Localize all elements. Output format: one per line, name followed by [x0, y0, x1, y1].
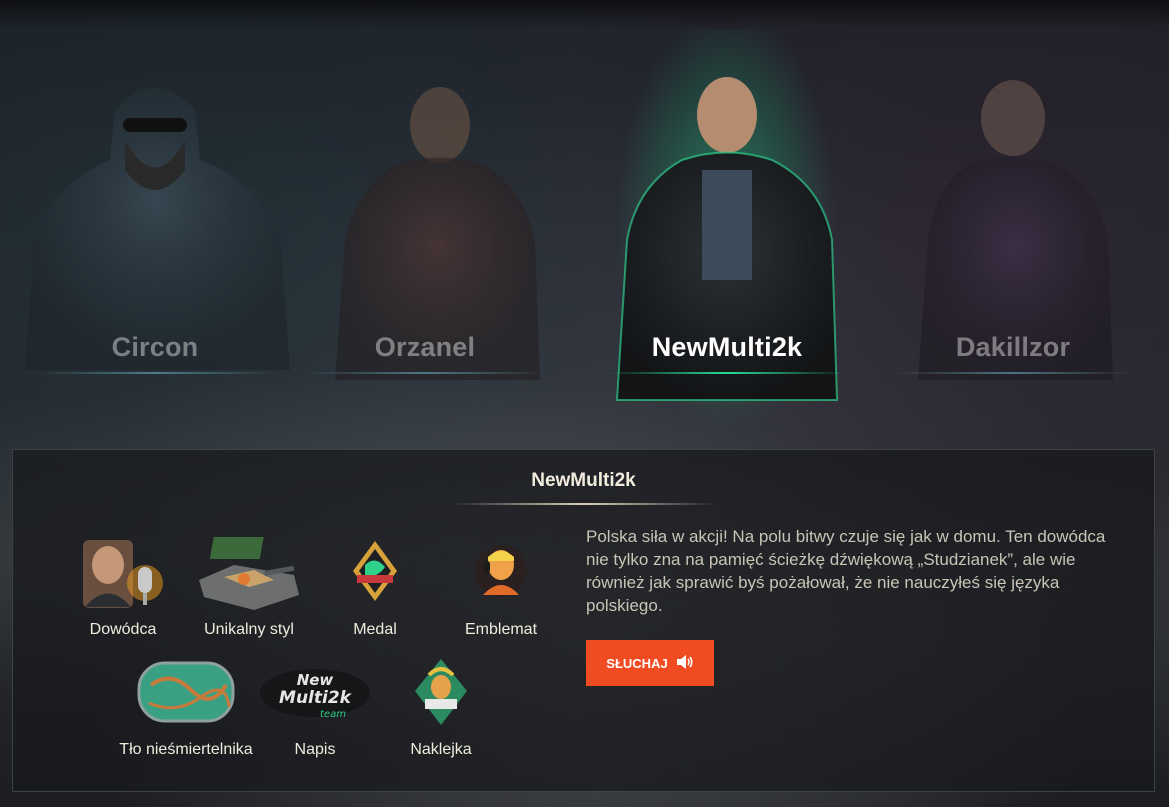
title-divider — [453, 503, 715, 505]
listen-button-label: SŁUCHAJ — [606, 655, 668, 671]
commander-underline — [305, 372, 545, 374]
sticker-icon — [391, 655, 491, 735]
reward-emblem[interactable]: Emblemat — [426, 535, 576, 639]
medal-icon — [325, 535, 425, 615]
commander-name: Dakillzor — [955, 332, 1071, 362]
commander-details-panel: NewMulti2k Dowódca Unikalny styl Medal E… — [12, 449, 1155, 792]
commander-description: Polska siła w akcji! Na polu bitwy czuje… — [586, 527, 1106, 615]
svg-text:New: New — [297, 671, 334, 689]
inscription-icon: New Multi2k team — [255, 655, 375, 735]
commander-name: NewMulti2k — [651, 332, 803, 362]
commander-portrait-icon — [73, 535, 173, 615]
listen-button[interactable]: SŁUCHAJ — [586, 640, 714, 686]
svg-text:Multi2k: Multi2k — [279, 688, 353, 708]
reward-label: Naklejka — [410, 741, 472, 758]
svg-text:team: team — [320, 709, 346, 720]
reward-dogtag-background[interactable]: Tło nieśmiertelnika — [111, 655, 261, 759]
commander-name: Orzanel — [374, 332, 476, 362]
panel-title: NewMulti2k — [531, 470, 636, 491]
commander-underline — [607, 372, 847, 374]
commander-underline — [35, 372, 275, 374]
tank-style-icon — [194, 535, 304, 615]
commander-name: Circon — [111, 332, 199, 362]
emblem-icon — [451, 535, 551, 615]
dogtag-background-icon — [131, 655, 241, 735]
reward-label: Emblemat — [464, 621, 538, 638]
reward-sticker[interactable]: Naklejka — [366, 655, 516, 759]
commander-underline — [893, 372, 1133, 374]
top-edge — [0, 0, 1169, 28]
speaker-icon — [676, 654, 694, 673]
reward-label: Tło nieśmiertelnika — [119, 741, 253, 758]
